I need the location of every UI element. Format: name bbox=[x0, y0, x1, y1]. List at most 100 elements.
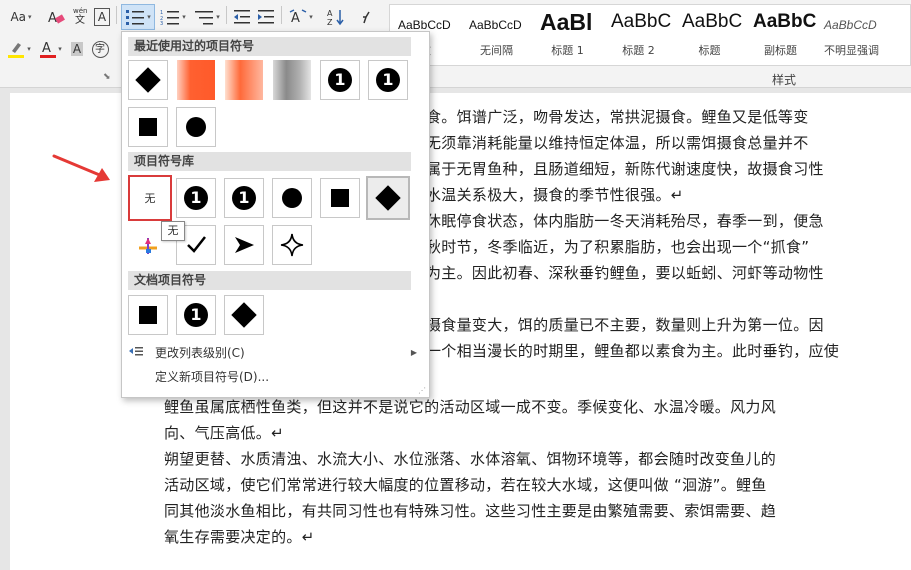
bullet-square[interactable] bbox=[128, 107, 168, 147]
bullets-list-icon bbox=[126, 10, 145, 25]
doc-line: 食。饵谱广泛，吻骨发达，常拱泥摄食。鲤鱼又是低等变 bbox=[426, 108, 809, 126]
multilevel-list-button[interactable]: ▾ bbox=[192, 6, 222, 28]
change-list-level-item[interactable]: 更改列表级别(C) ▶ bbox=[122, 342, 429, 364]
doc-line: 水温关系极大，摄食的季节性很强。↵ bbox=[426, 186, 684, 204]
one-circle-bullet-icon: 1 bbox=[232, 186, 256, 210]
svg-text:A: A bbox=[48, 11, 57, 25]
bullet-diamond[interactable] bbox=[224, 295, 264, 335]
blurred-bullet-icon bbox=[177, 60, 215, 100]
doc-line: 向、气压高低。↵ bbox=[164, 424, 284, 442]
doc-line: 摄食量变大，饵的质量已不主要，数量则上升为第一位。因 bbox=[426, 316, 824, 334]
svg-text:A: A bbox=[327, 9, 333, 18]
multilevel-list-icon bbox=[195, 11, 214, 25]
character-shading-button[interactable]: A bbox=[68, 38, 86, 60]
colorful-arrow-bullet-icon bbox=[139, 238, 157, 254]
square-bullet-icon bbox=[139, 118, 157, 136]
show-marks-button[interactable] bbox=[355, 6, 379, 28]
bullet-blurred[interactable] bbox=[272, 60, 312, 100]
blurred-bullet-icon bbox=[225, 60, 263, 100]
submenu-arrow-icon: ▶ bbox=[410, 348, 417, 357]
doc-line: 休眠停食状态，体内脂肪一冬天消耗殆尽，春季一到，便急 bbox=[426, 212, 824, 230]
svg-text:A: A bbox=[42, 41, 51, 56]
increase-indent-button[interactable] bbox=[255, 6, 277, 28]
bullet-diamond[interactable] bbox=[366, 176, 410, 220]
decrease-indent-button[interactable] bbox=[231, 6, 253, 28]
bullet-library-header: 项目符号库 bbox=[128, 152, 411, 171]
paragraph-mark-icon bbox=[363, 11, 370, 24]
diamond-bullet-icon bbox=[231, 302, 257, 328]
style-title[interactable]: AaBbC 标题 bbox=[674, 5, 745, 65]
clear-formatting-icon: A bbox=[48, 11, 65, 25]
enclose-characters-button[interactable]: 字 bbox=[90, 38, 110, 60]
bullet-diamond[interactable] bbox=[128, 60, 168, 100]
style-no-spacing[interactable]: AaBbCcD 无间隔 bbox=[461, 5, 532, 65]
svg-text:3: 3 bbox=[160, 21, 163, 25]
styles-group-label: 样式 bbox=[772, 73, 797, 87]
bullet-blurred[interactable] bbox=[176, 60, 216, 100]
character-border-button[interactable]: A bbox=[94, 8, 110, 26]
define-new-bullet-label: 定义新项目符号(D)... bbox=[155, 370, 270, 384]
doc-line: 秋时节，冬季临近，为了积累脂肪，也会出现一个“抓食” bbox=[426, 238, 810, 256]
arrowhead-bullet-icon bbox=[235, 237, 254, 253]
diamond-bullet-icon bbox=[135, 67, 161, 93]
doc-line: 属于无胃鱼种，且肠道细短，新陈代谢速度快，故摄食习性 bbox=[426, 160, 824, 178]
doc-line: 氧生存需要决定的。↵ bbox=[164, 528, 315, 546]
circle-bullet-icon bbox=[186, 117, 206, 137]
phonetic-guide-button[interactable]: wén 文 bbox=[70, 4, 92, 26]
resize-grip-icon[interactable]: ⋰ bbox=[418, 386, 426, 395]
one-circle-bullet-icon: 1 bbox=[376, 68, 400, 92]
highlighter-icon bbox=[8, 43, 25, 58]
bullet-one-circle[interactable]: 1 bbox=[176, 295, 216, 335]
bullet-one-circle[interactable]: 1 bbox=[176, 178, 216, 218]
bullet-one-circle[interactable]: 1 bbox=[224, 178, 264, 218]
one-circle-bullet-icon: 1 bbox=[328, 68, 352, 92]
bullet-circle[interactable] bbox=[272, 178, 312, 218]
doc-line: 活动区域，使它们常常进行较大幅度的位置移动，若在较大水域，这便叫做 “洄游”。鲤… bbox=[164, 476, 767, 494]
doc-line: 鲤鱼虽属底栖性鱼类，但这并不是说它的活动区域一成不变。季候变化、水温冷暖。风力风 bbox=[164, 398, 777, 416]
increase-indent-icon bbox=[258, 10, 274, 24]
sort-icon: AZ bbox=[327, 9, 344, 26]
bullet-blurred[interactable] bbox=[224, 60, 264, 100]
one-circle-bullet-icon: 1 bbox=[184, 186, 208, 210]
bullets-button[interactable]: ▾ bbox=[121, 4, 155, 30]
change-case-button[interactable]: Aa ▾ bbox=[4, 6, 38, 28]
document-bullets-header: 文档项目符号 bbox=[128, 271, 411, 290]
doc-line: 为主。因此初春、深秋垂钓鲤鱼，要以蚯蚓、河虾等动物性 bbox=[426, 264, 824, 282]
bullet-none[interactable]: 无 bbox=[128, 175, 172, 221]
bullet-library-dropdown: 最近使用过的项目符号 1 1 项目符号库 无 1 1 文档项目符号 1 更改列表… bbox=[121, 31, 430, 398]
bullet-circle[interactable] bbox=[176, 107, 216, 147]
change-list-level-label: 更改列表级别(C) bbox=[155, 346, 245, 360]
font-color-button[interactable]: A ▾ bbox=[36, 38, 66, 60]
change-case-label: Aa bbox=[10, 10, 27, 24]
bullet-one-circle[interactable]: 1 bbox=[368, 60, 408, 100]
bullet-arrowhead[interactable] bbox=[224, 225, 264, 265]
doc-line: 朔望更替、水质清浊、水流大小、水位涨落、水体溶氧、饵物环境等，都会随时改变鱼儿的 bbox=[164, 450, 777, 468]
highlight-color-button[interactable]: ▾ bbox=[4, 38, 34, 60]
numbering-button[interactable]: 1 2 3 ▾ bbox=[158, 6, 188, 28]
styles-gallery: AaBbCcD 文 AaBbCcD 无间隔 AaBl 标题 1 AaBbC 标题… bbox=[389, 4, 911, 66]
svg-text:文: 文 bbox=[75, 13, 85, 25]
style-subtitle[interactable]: AaBbC 副标题 bbox=[745, 5, 816, 65]
clear-formatting-button[interactable]: A bbox=[44, 6, 68, 28]
font-dialog-launcher-icon[interactable]: ⬊ bbox=[103, 72, 111, 82]
svg-text:wén: wén bbox=[73, 7, 87, 15]
bullet-four-point-star[interactable] bbox=[272, 225, 312, 265]
style-heading-1[interactable]: AaBl 标题 1 bbox=[532, 5, 603, 65]
bullet-square[interactable] bbox=[128, 295, 168, 335]
bullet-one-circle[interactable]: 1 bbox=[320, 60, 360, 100]
blurred-bullet-icon bbox=[273, 60, 311, 100]
svg-text:A: A bbox=[291, 11, 300, 25]
sort-button[interactable]: AZ bbox=[325, 6, 347, 28]
bullet-square[interactable] bbox=[320, 178, 360, 218]
doc-line: 同其他淡水鱼相比，有共同习性也有特殊习性。这些习性主要是由繁殖需要、索饵需要、趋 bbox=[164, 502, 777, 520]
none-bullet-label: 无 bbox=[144, 192, 156, 205]
circle-bullet-icon bbox=[282, 188, 302, 208]
numbered-list-icon: 1 2 3 bbox=[160, 10, 180, 25]
style-heading-2[interactable]: AaBbC 标题 2 bbox=[603, 5, 674, 65]
chinese-layout-icon: A bbox=[289, 9, 307, 25]
define-new-bullet-item[interactable]: 定义新项目符号(D)... bbox=[122, 366, 429, 388]
square-bullet-icon bbox=[331, 189, 349, 207]
style-subtle-emphasis[interactable]: AaBbCcD 不明显强调 bbox=[816, 5, 911, 65]
chinese-layout-button[interactable]: A ▾ bbox=[286, 6, 316, 28]
character-border-label: A bbox=[97, 10, 107, 24]
